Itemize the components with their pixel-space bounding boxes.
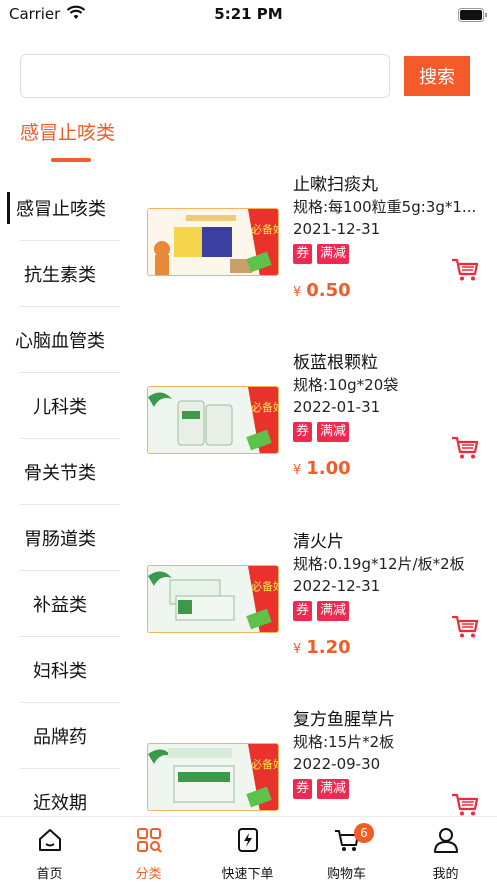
sidebar-item[interactable]: 胃肠道类	[0, 505, 120, 571]
coupon-tag: 券	[293, 779, 313, 799]
product-price: ¥1.00	[293, 458, 351, 479]
sidebar-item-label: 妇科类	[33, 661, 87, 682]
price-value: 0.50	[306, 280, 351, 301]
tab-label: 首页	[36, 867, 63, 882]
sidebar-item[interactable]: 感冒止咳类	[0, 175, 120, 241]
add-to-cart-icon[interactable]	[451, 258, 479, 282]
sidebar-item-label: 心脑血管类	[15, 331, 105, 352]
product-price: ¥1.20	[293, 637, 351, 658]
product-spec: 规格:15片*2板	[293, 733, 395, 751]
product-card[interactable]: 必备好货 清火片 规格:0.19g*12片/板*2板 2022-12-31 券 …	[147, 527, 487, 662]
coupon-tag: 券	[293, 422, 313, 442]
sidebar-item[interactable]: 儿科类	[0, 373, 120, 439]
sidebar-item[interactable]: 品牌药	[0, 703, 120, 769]
image-badge-text: 必备好货	[251, 579, 279, 593]
sidebar-item-label: 儿科类	[33, 397, 87, 418]
search-input[interactable]	[20, 54, 390, 98]
tab-label: 我的	[432, 867, 459, 882]
product-spec: 规格:0.19g*12片/板*2板	[293, 555, 465, 573]
home-icon	[37, 827, 63, 853]
product-price: ¥0.50	[293, 280, 351, 301]
coupon-tag: 券	[293, 601, 313, 621]
tab-quick-order[interactable]: 快速下单	[198, 817, 297, 883]
sidebar-item[interactable]: 抗生素类	[0, 241, 120, 307]
category-icon	[136, 827, 162, 853]
product-image[interactable]: 必备好货	[147, 386, 279, 454]
discount-tag: 满减	[317, 244, 350, 264]
image-badge-text: 必备好货	[251, 757, 279, 771]
sidebar-item-label: 感冒止咳类	[16, 199, 106, 220]
product-image[interactable]: 必备好货	[147, 565, 279, 633]
sidebar-item-label: 胃肠道类	[24, 529, 96, 550]
battery-icon	[458, 7, 488, 26]
product-expiry-date: 2022-01-31	[293, 398, 381, 416]
tab-label: 快速下单	[221, 867, 274, 882]
discount-tag: 满减	[317, 779, 350, 799]
sidebar-item-label: 近效期	[33, 793, 87, 814]
product-tags: 券 满减	[293, 244, 350, 264]
product-expiry-date: 2022-12-31	[293, 577, 381, 595]
product-card[interactable]: 必备好货 复方鱼腥草片 规格:15片*2板 2022-09-30 券 满减	[147, 705, 487, 816]
tab-label: 分类	[135, 867, 162, 882]
product-name: 止嗽扫痰丸	[293, 175, 378, 195]
price-value: 1.20	[306, 637, 351, 658]
discount-tag: 满减	[317, 422, 350, 442]
product-name: 清火片	[293, 532, 344, 552]
currency-symbol: ¥	[293, 463, 302, 478]
sidebar-item[interactable]: 心脑血管类	[0, 307, 120, 373]
status-time: 5:21 PM	[214, 5, 283, 23]
coupon-tag: 券	[293, 244, 313, 264]
product-expiry-date: 2021-12-31	[293, 220, 381, 238]
sidebar-item[interactable]: 骨关节类	[0, 439, 120, 505]
tab-category[interactable]: 分类	[99, 817, 198, 883]
currency-symbol: ¥	[293, 285, 302, 300]
sidebar-item-label: 抗生素类	[24, 265, 96, 286]
product-card[interactable]: 必备好货 板蓝根颗粒 规格:10g*20袋 2022-01-31 券 满减 ¥1…	[147, 348, 487, 483]
product-card[interactable]: 必备好货 止嗽扫痰丸 规格:每100粒重5g:3g*1... 2021-12-3…	[147, 170, 487, 305]
product-tags: 券 满减	[293, 601, 350, 621]
product-spec: 规格:10g*20袋	[293, 376, 399, 394]
currency-symbol: ¥	[293, 642, 302, 657]
sidebar-item[interactable]: 补益类	[0, 571, 120, 637]
image-badge-text: 必备好货	[251, 222, 279, 236]
image-badge-text: 必备好货	[251, 400, 279, 414]
discount-tag: 满减	[317, 601, 350, 621]
profile-icon	[433, 827, 459, 853]
status-bar: Carrier 5:21 PM	[0, 0, 497, 30]
tab-home[interactable]: 首页	[0, 817, 99, 883]
bottom-tab-bar: 首页 分类 快速下单 6 购物车 我的	[0, 816, 497, 883]
add-to-cart-icon[interactable]	[451, 615, 479, 639]
category-sidebar: 感冒止咳类 抗生素类 心脑血管类 儿科类 骨关节类 胃肠道类 补益类 妇科类 品…	[0, 175, 120, 835]
category-title: 感冒止咳类	[20, 122, 116, 144]
search-bar: 搜索	[0, 52, 497, 100]
sidebar-item[interactable]: 妇科类	[0, 637, 120, 703]
add-to-cart-icon[interactable]	[451, 436, 479, 460]
tab-cart[interactable]: 6 购物车	[297, 817, 396, 883]
quick-order-icon	[235, 827, 261, 853]
tab-profile[interactable]: 我的	[396, 817, 495, 883]
product-spec: 规格:每100粒重5g:3g*1...	[293, 198, 477, 216]
sidebar-item-label: 骨关节类	[24, 463, 96, 484]
tab-label: 购物车	[326, 867, 366, 882]
product-image[interactable]: 必备好货	[147, 743, 279, 811]
product-image[interactable]: 必备好货	[147, 208, 279, 276]
category-title-underline	[51, 158, 91, 162]
cart-count-badge: 6	[354, 823, 374, 843]
sidebar-item-label: 品牌药	[33, 727, 87, 748]
product-tags: 券 满减	[293, 422, 350, 442]
sidebar-item-label: 补益类	[33, 595, 87, 616]
product-name: 复方鱼腥草片	[293, 710, 395, 730]
product-expiry-date: 2022-09-30	[293, 755, 381, 773]
product-tags: 券 满减	[293, 779, 350, 799]
add-to-cart-icon[interactable]	[451, 793, 479, 816]
search-button[interactable]: 搜索	[404, 56, 470, 96]
price-value: 1.00	[306, 458, 351, 479]
product-name: 板蓝根颗粒	[293, 353, 378, 373]
